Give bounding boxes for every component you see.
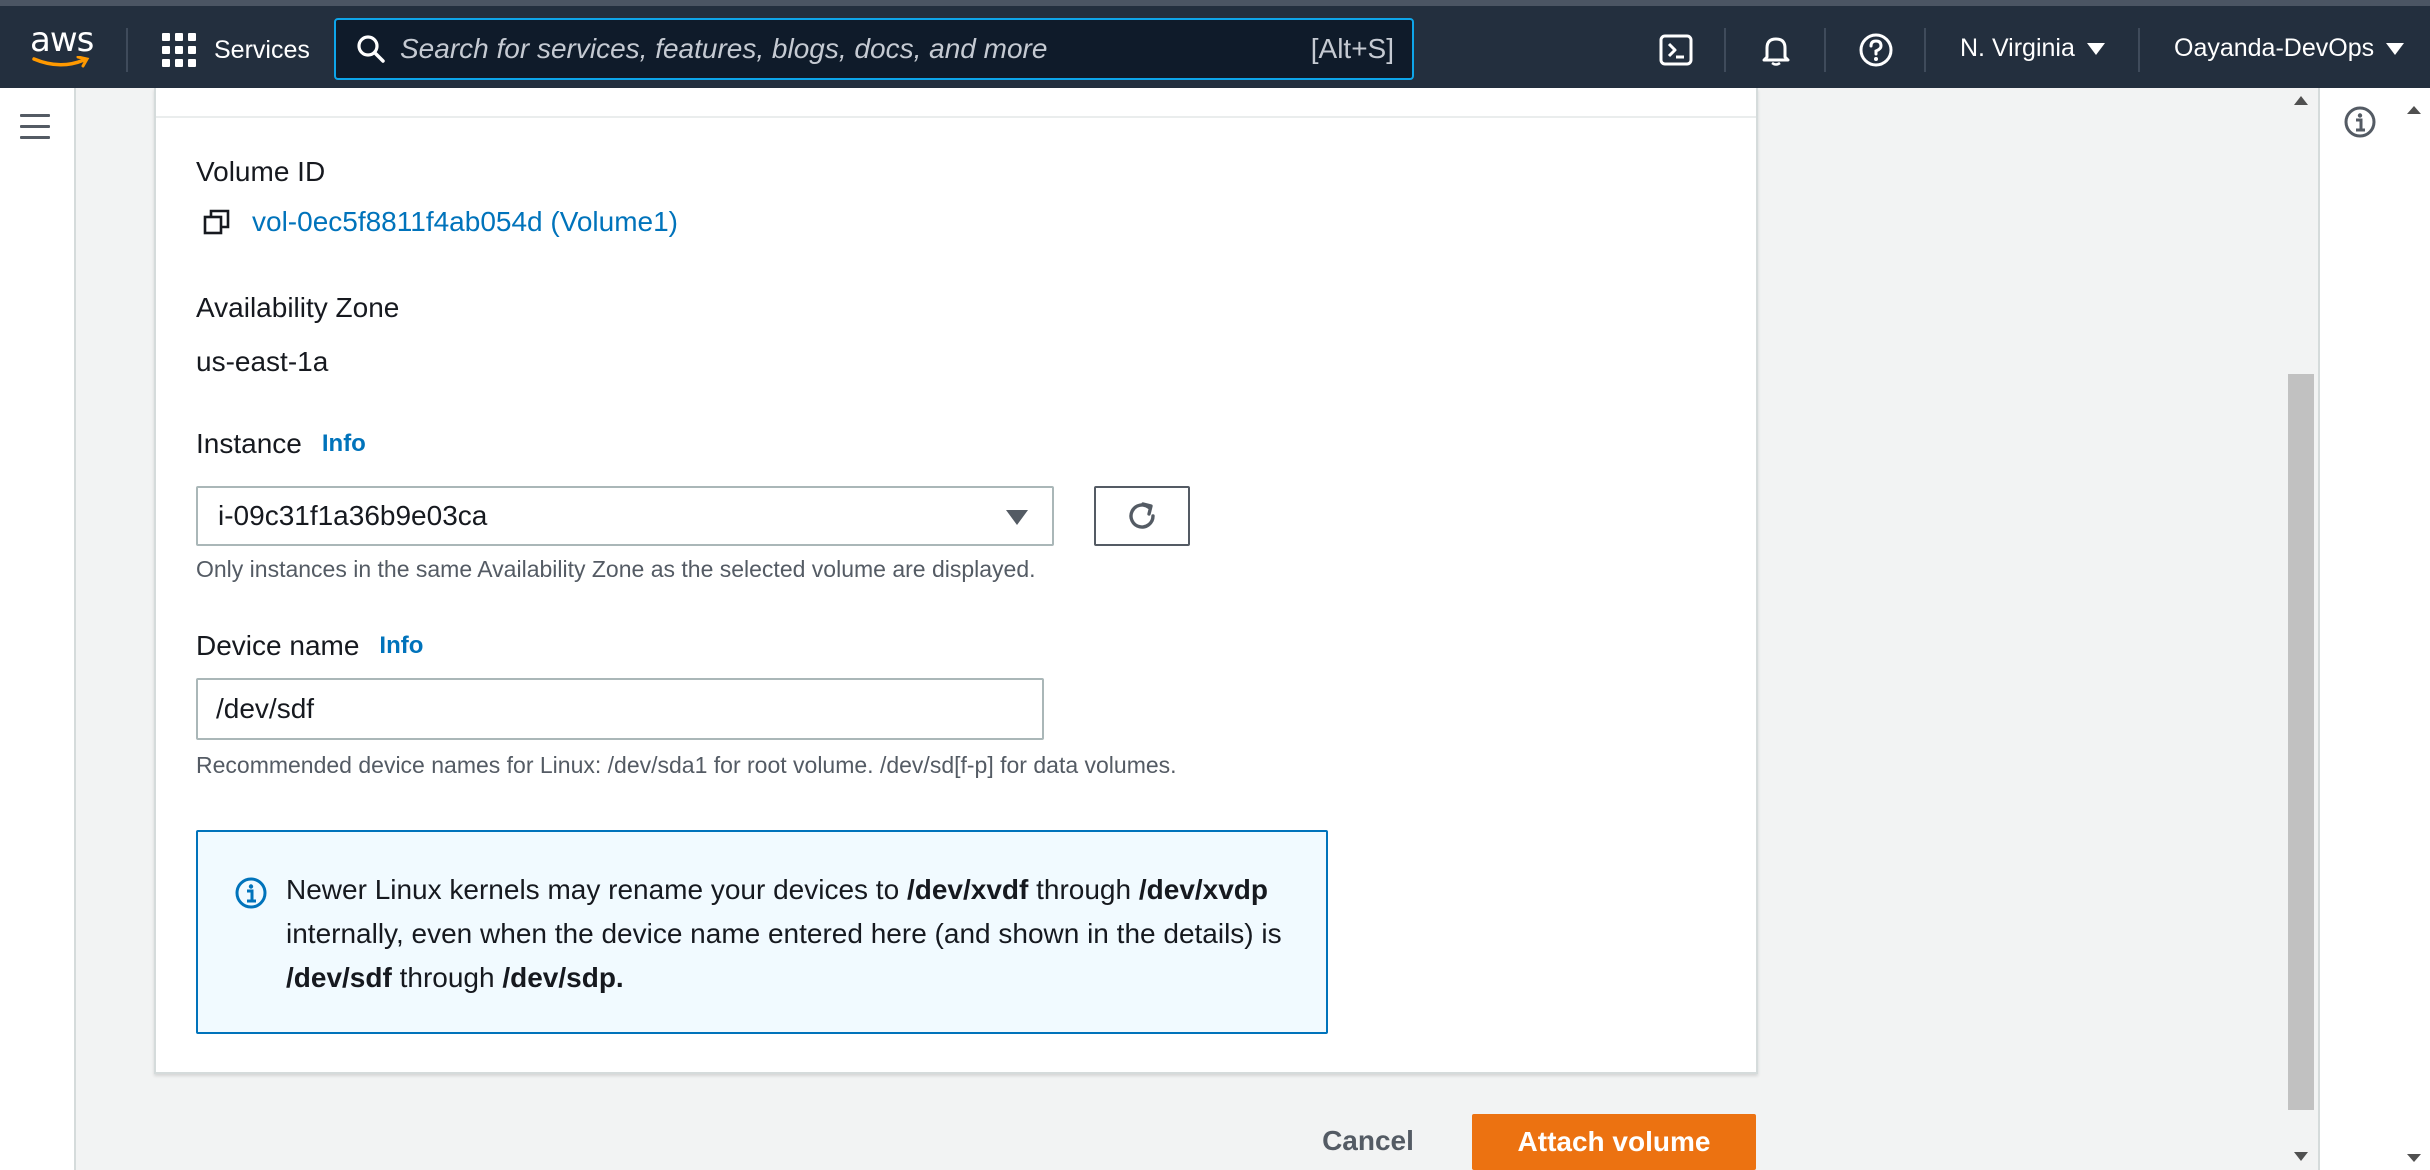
volume-id-label-text: Volume ID <box>196 156 326 187</box>
account-label: Oayanda-DevOps <box>2174 34 2375 62</box>
dropdown-arrow-icon <box>1006 510 1028 525</box>
info-alert: Newer Linux kernels may rename your devi… <box>196 830 1328 1034</box>
left-navigation-rail <box>0 88 76 1170</box>
instance-select-value: i-09c31f1a36b9e03ca <box>218 500 488 531</box>
scroll-down-arrow-icon[interactable] <box>2294 1152 2308 1161</box>
alert-code-text: /dev/sdf <box>286 962 392 993</box>
copy-icon[interactable] <box>202 207 232 237</box>
aws-logo[interactable]: aws <box>30 20 96 74</box>
search-input[interactable] <box>400 33 1311 65</box>
volume-id-link[interactable]: vol-0ec5f8811f4ab054d (Volume1) <box>252 206 678 238</box>
attach-volume-form-panel: Volume ID vol-0ec5f8811f4ab054d (Volume1… <box>154 88 1758 1074</box>
caret-down-icon <box>2086 42 2105 55</box>
refresh-instances-button[interactable] <box>1094 486 1190 546</box>
device-name-input[interactable] <box>196 678 1044 740</box>
alert-text-part: through <box>1028 874 1139 905</box>
panel-divider <box>156 116 1756 118</box>
refresh-icon <box>1129 502 1155 529</box>
search-shortcut-hint: [Alt+S] <box>1310 33 1394 64</box>
search-icon <box>357 35 385 63</box>
nav-divider <box>2138 28 2140 72</box>
scroll-up-arrow-icon[interactable] <box>2294 96 2308 105</box>
page-scroll-arrows-icon <box>2407 106 2421 1162</box>
device-name-help-text: Recommended device names for Linux: /dev… <box>196 752 1177 778</box>
cancel-button[interactable]: Cancel <box>1308 1112 1428 1170</box>
nav-divider <box>1724 28 1726 72</box>
help-icon[interactable] <box>1856 30 1896 70</box>
attach-volume-button[interactable]: Attach volume <box>1472 1114 1756 1170</box>
info-panel-icon[interactable] <box>2342 104 2378 140</box>
availability-zone-value: us-east-1a <box>196 346 329 377</box>
volume-id-row: vol-0ec5f8811f4ab054d (Volume1) <box>202 206 678 238</box>
instance-select[interactable]: i-09c31f1a36b9e03ca <box>196 486 1054 546</box>
instance-help-text: Only instances in the same Availability … <box>196 556 1036 582</box>
grid-menu-icon <box>162 33 196 67</box>
device-name-label-text: Device name <box>196 630 360 661</box>
alert-code-text: /dev/xvdf <box>906 874 1029 905</box>
scrollbar-thumb[interactable] <box>2288 374 2314 1110</box>
account-menu[interactable]: Oayanda-DevOps <box>2174 34 2405 63</box>
info-alert-text: Newer Linux kernels may rename your devi… <box>286 868 1296 1000</box>
device-name-info-link[interactable]: Info <box>379 632 423 660</box>
region-selector[interactable]: N. Virginia <box>1960 34 2105 63</box>
cloudshell-icon[interactable] <box>1656 30 1696 70</box>
search-box[interactable]: [Alt+S] <box>334 18 1414 80</box>
hamburger-menu-icon[interactable] <box>20 114 50 140</box>
nav-divider <box>1924 28 1926 72</box>
availability-zone-label: Availability Zone <box>196 292 399 324</box>
services-menu-button[interactable]: Services <box>162 30 310 70</box>
nav-divider <box>1824 28 1826 72</box>
alert-text-part: through <box>391 962 503 993</box>
alert-code-text: /dev/sdp. <box>502 962 624 993</box>
availability-zone-label-text: Availability Zone <box>196 292 400 323</box>
device-name-label: Device name Info <box>196 630 423 662</box>
services-label: Services <box>214 35 310 64</box>
notifications-icon[interactable] <box>1756 30 1796 70</box>
alert-text-part: internally, even when the device name en… <box>286 918 1282 949</box>
aws-smile-icon <box>32 56 90 68</box>
instance-label-text: Instance <box>196 428 302 459</box>
instance-info-link[interactable]: Info <box>322 430 366 458</box>
main-scrollbar[interactable] <box>2286 88 2316 1170</box>
region-label: N. Virginia <box>1960 34 2075 62</box>
alert-text-part: Newer Linux kernels may rename your devi… <box>286 874 907 905</box>
top-navigation-bar: aws Services [Alt+S] <box>0 0 2430 88</box>
instance-label: Instance Info <box>196 428 366 460</box>
nav-divider <box>126 28 128 72</box>
info-icon <box>235 877 267 909</box>
alert-code-text: /dev/xvdp <box>1138 874 1269 905</box>
caret-down-icon <box>2386 42 2405 55</box>
aws-logo-text: aws <box>30 20 94 60</box>
page-scrollbar[interactable] <box>2398 88 2430 1170</box>
volume-id-label: Volume ID <box>196 156 325 188</box>
